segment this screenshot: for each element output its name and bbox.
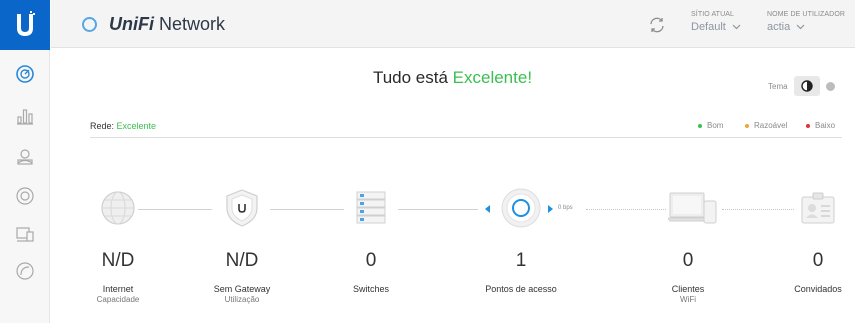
- divider: [90, 137, 842, 138]
- legend-dot: [745, 123, 749, 128]
- legend-label: Razoável: [754, 121, 788, 130]
- ubiquiti-logo-icon: [17, 11, 35, 36]
- stat-sublabel: Capacidade: [96, 295, 140, 304]
- connector-line: [398, 209, 478, 210]
- user-value-row: actia: [767, 21, 845, 33]
- network-label: Rede:: [90, 121, 117, 131]
- legend-label: Bom: [707, 121, 724, 130]
- insights-icon[interactable]: [15, 261, 35, 281]
- stat-guests[interactable]: 0 Convidados: [758, 250, 855, 295]
- theme-label: Tema: [768, 81, 788, 91]
- access-point-icon[interactable]: [501, 188, 541, 233]
- top-bar: UniFi Network SÍTIO ATUAL Default NOME D…: [51, 0, 855, 48]
- user-selector[interactable]: NOME DE UTILIZADOR actia: [767, 11, 845, 33]
- site-value-row: Default: [691, 21, 741, 33]
- site-value: Default: [691, 21, 726, 33]
- stat-label: Sem Gateway: [213, 284, 271, 294]
- stat-switches[interactable]: 0 Switches: [311, 250, 431, 295]
- stat-sublabel: WiFi: [680, 295, 696, 304]
- brand-unifi: UniFi: [109, 13, 154, 34]
- brand-network: Network: [159, 13, 226, 34]
- map-icon[interactable]: [15, 146, 35, 166]
- legend-dot: [806, 123, 810, 128]
- downstream-arrow-icon: [485, 205, 490, 213]
- theme-alt-button[interactable]: [825, 81, 835, 91]
- connector-line: [138, 209, 212, 210]
- contrast-icon: [800, 80, 813, 92]
- stat-value: 0: [365, 250, 377, 271]
- stat-label: Switches: [352, 284, 389, 294]
- legend-item-fair: Razoável: [745, 121, 787, 130]
- stat-value: 0: [682, 250, 694, 271]
- stat-value: 0: [812, 250, 824, 271]
- sidebar: [0, 0, 50, 323]
- statistics-icon[interactable]: [15, 106, 35, 126]
- network-status: Rede: Excelente: [90, 121, 156, 131]
- status-heading: Tudo está Excelente!: [0, 68, 855, 88]
- guest-badge-icon[interactable]: [800, 191, 836, 230]
- stat-label: Internet: [102, 284, 134, 294]
- legend-dot: [698, 123, 702, 128]
- throughput-label: 0 bps: [558, 205, 573, 211]
- legend-item-low: Baixo: [806, 121, 835, 130]
- globe-icon[interactable]: [99, 189, 137, 232]
- stat-value: N/D: [225, 250, 259, 271]
- site-selector[interactable]: SÍTIO ATUAL Default: [691, 11, 741, 33]
- devices-icon[interactable]: [15, 186, 35, 206]
- stat-gateway[interactable]: N/D Sem Gateway Utilização: [182, 250, 302, 304]
- brand-circle-icon: [82, 16, 97, 32]
- stat-access-points[interactable]: 1 Pontos de acesso: [461, 250, 581, 295]
- connector-line: [270, 209, 344, 210]
- legend-label: Baixo: [815, 121, 836, 130]
- ubiquiti-logo[interactable]: [0, 0, 50, 50]
- connector-dotted-line: [722, 209, 794, 210]
- stat-sublabel: Utilização: [224, 295, 260, 304]
- connector-dotted-line: [586, 209, 666, 210]
- switch-stack-icon[interactable]: [355, 190, 387, 231]
- user-value: actia: [767, 21, 791, 33]
- client-devices-icon[interactable]: [667, 191, 718, 230]
- chevron-down-icon: [796, 24, 805, 30]
- status-prefix: Tudo está: [372, 68, 453, 87]
- legend-item-good: Bom: [698, 121, 723, 130]
- chevron-down-icon: [732, 24, 741, 30]
- stat-clients[interactable]: 0 Clientes WiFi: [628, 250, 748, 304]
- stat-label: Convidados: [794, 284, 842, 294]
- stat-value: 1: [515, 250, 527, 271]
- stat-label: Clientes: [671, 284, 705, 294]
- site-label: SÍTIO ATUAL: [691, 11, 734, 18]
- theme-switcher: Tema: [768, 76, 835, 96]
- status-highlight: Excelente!: [452, 68, 533, 87]
- stat-internet[interactable]: N/D Internet Capacidade: [58, 250, 178, 304]
- refresh-icon[interactable]: [648, 16, 666, 34]
- clients-icon[interactable]: [15, 224, 35, 244]
- gateway-shield-icon[interactable]: [224, 188, 260, 233]
- stat-value: N/D: [101, 250, 135, 271]
- brand[interactable]: UniFi Network: [82, 12, 225, 36]
- user-label: NOME DE UTILIZADOR: [767, 11, 846, 18]
- stat-label: Pontos de acesso: [485, 284, 557, 294]
- theme-toggle-button[interactable]: [793, 76, 820, 96]
- upstream-arrow-icon: [548, 205, 553, 213]
- network-value: Excelente: [116, 121, 157, 131]
